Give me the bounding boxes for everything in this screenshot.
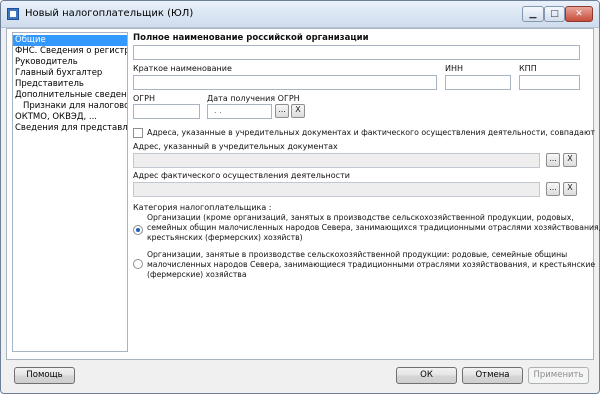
inn-label: ИНН <box>445 64 464 73</box>
inn-field[interactable] <box>445 75 511 90</box>
nav-item-tax-attributes[interactable]: Признаки для налоговой <box>13 101 127 112</box>
nav-item-additional-info[interactable]: Дополнительные сведения <box>13 90 127 101</box>
legal-address-clear-button[interactable]: X <box>563 153 577 167</box>
close-button[interactable]: ✕ <box>565 6 593 22</box>
ogrn-field[interactable] <box>133 104 200 119</box>
cancel-button[interactable]: Отмена <box>462 367 523 384</box>
minimize-button[interactable]: ▁ <box>522 6 544 22</box>
ok-button[interactable]: ОК <box>396 367 457 384</box>
section-list: Общие ФНС. Сведения о регистрации Руково… <box>12 32 128 352</box>
category-option-2-radio[interactable] <box>133 259 143 269</box>
app-icon <box>7 8 19 20</box>
legal-address-field[interactable] <box>133 153 540 168</box>
ogrn-date-field[interactable]: . . <box>207 104 272 119</box>
nav-item-chief-accountant[interactable]: Главный бухгалтер <box>13 68 127 79</box>
nav-item-oktmo-okved[interactable]: ОКТМО, ОКВЭД, ... <box>13 112 127 123</box>
full-name-label: Полное наименование российской организац… <box>133 33 369 43</box>
actual-address-field[interactable] <box>133 182 540 197</box>
same-address-label: Адреса, указанные в учредительных докуме… <box>147 128 596 137</box>
short-name-label: Краткое наименование <box>133 64 232 73</box>
nav-item-submission-info[interactable]: Сведения для представления <box>13 123 127 134</box>
category-option-1-radio[interactable] <box>133 225 143 235</box>
kpp-field[interactable] <box>519 75 580 90</box>
legal-address-browse-button[interactable]: ... <box>546 153 560 167</box>
ogrn-date-label: Дата получения ОГРН <box>207 94 300 103</box>
title-bar[interactable]: Новый налогоплательщик (ЮЛ) ▁ □ ✕ <box>1 1 599 28</box>
full-name-field[interactable] <box>133 45 580 60</box>
short-name-field[interactable] <box>133 75 437 90</box>
category-option-2-text: Организации, занятые в производстве сель… <box>147 250 596 279</box>
maximize-button[interactable]: □ <box>544 6 565 22</box>
apply-button[interactable]: Применить <box>528 367 589 384</box>
window-title: Новый налогоплательщик (ЮЛ) <box>25 8 194 19</box>
actual-address-clear-button[interactable]: X <box>563 182 577 196</box>
actual-address-label: Адрес фактического осуществления деятель… <box>133 171 350 180</box>
ogrn-date-clear-button[interactable]: X <box>291 104 305 118</box>
ogrn-label: ОГРН <box>133 94 156 103</box>
nav-item-representative[interactable]: Представитель <box>13 79 127 90</box>
category-option-1-text: Организации (кроме организаций, занятых … <box>147 213 600 242</box>
kpp-label: КПП <box>519 64 537 73</box>
nav-item-director[interactable]: Руководитель <box>13 57 127 68</box>
nav-item-general[interactable]: Общие <box>13 35 127 46</box>
nav-item-fns-registration[interactable]: ФНС. Сведения о регистрации <box>13 46 127 57</box>
ogrn-date-picker-button[interactable]: ... <box>275 104 289 118</box>
category-label: Категория налогоплательщика : <box>133 203 272 212</box>
actual-address-browse-button[interactable]: ... <box>546 182 560 196</box>
same-address-checkbox[interactable] <box>133 128 143 138</box>
help-button[interactable]: Помощь <box>14 367 75 384</box>
legal-address-label: Адрес, указанный в учредительных докумен… <box>133 142 338 151</box>
